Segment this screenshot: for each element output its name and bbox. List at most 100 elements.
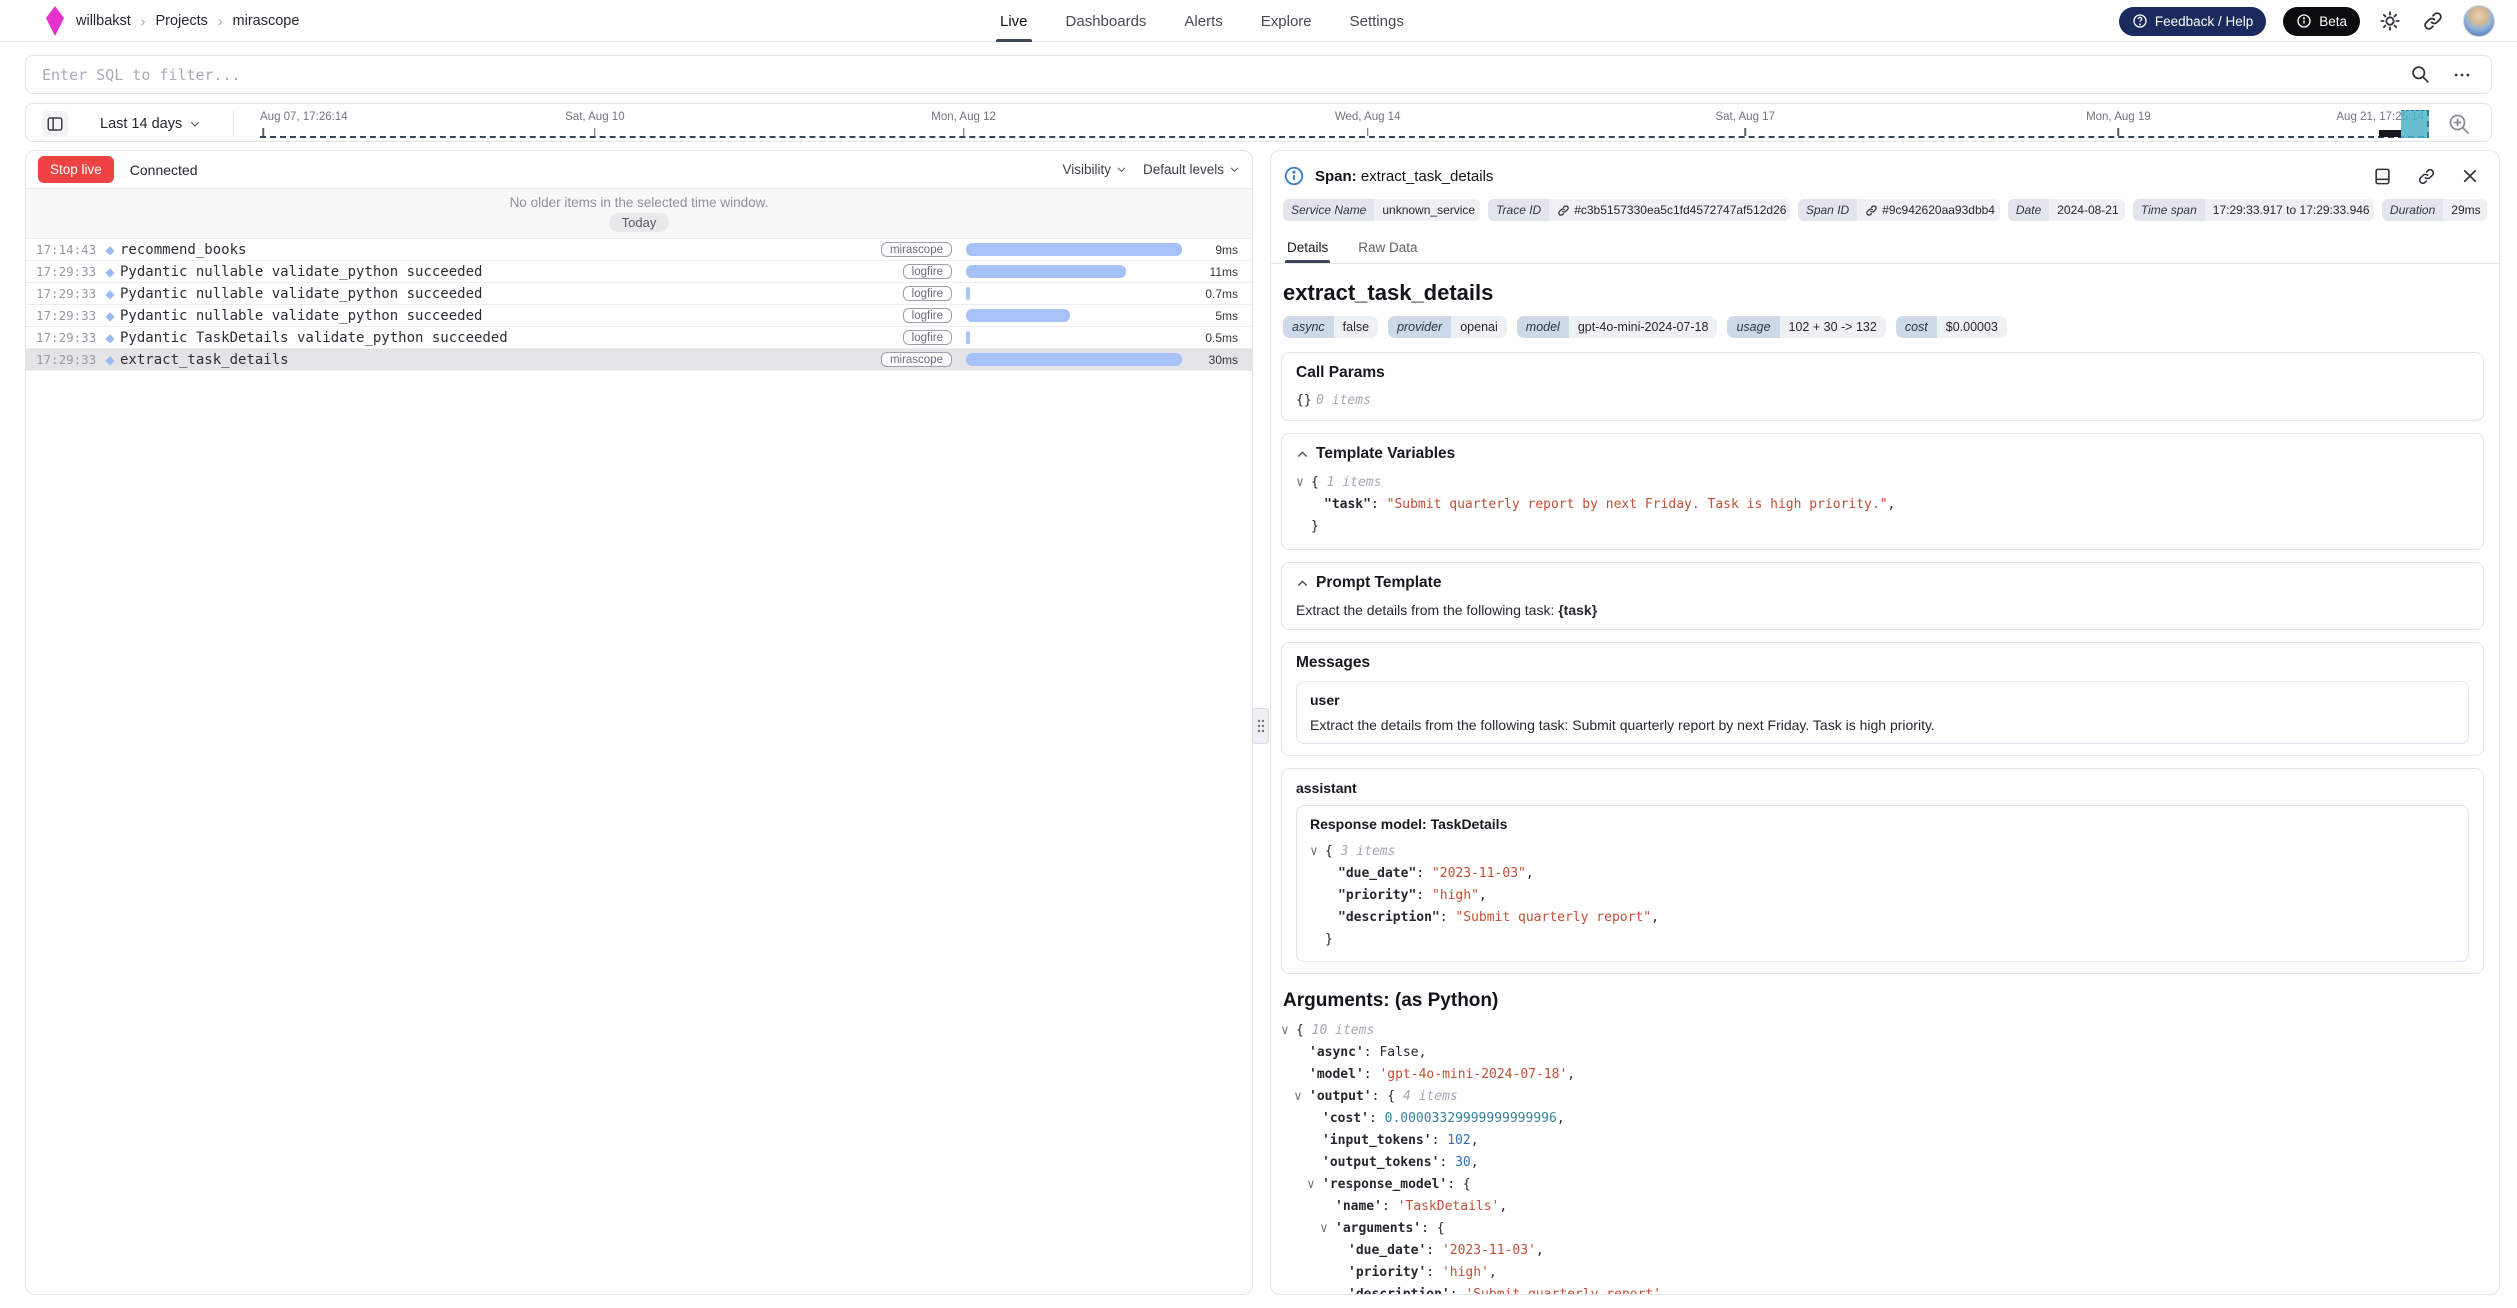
arguments-heading: Arguments: (as Python): [1283, 990, 2484, 1012]
panel-left-icon: [46, 115, 64, 133]
feedback-help-label: Feedback / Help: [2155, 14, 2253, 29]
response-model-title: Response model: TaskDetails: [1310, 816, 2455, 832]
log-row[interactable]: 17:14:43 ◆ recommend_books mirascope 9ms: [26, 239, 1252, 261]
timeline-selection[interactable]: [2401, 110, 2429, 138]
breadcrumb-org[interactable]: willbakst: [76, 13, 131, 29]
time-range-selector[interactable]: Last 14 days: [100, 104, 201, 143]
divider: [233, 111, 234, 136]
span-diamond-icon: ◆: [100, 310, 120, 322]
collapse-caret[interactable]: ∨: [1310, 841, 1325, 863]
meta-time-span[interactable]: Time span17:29:33.917 to 17:29:33.946: [2133, 199, 2374, 221]
log-timestamp: 17:29:33: [36, 330, 100, 345]
collapse-caret[interactable]: ∨: [1294, 1086, 1309, 1108]
chevron-down-icon: [1229, 164, 1240, 175]
prompt-variable: {task}: [1558, 602, 1597, 618]
log-row[interactable]: 17:29:33 ◆ Pydantic nullable validate_py…: [26, 261, 1252, 283]
stop-live-button[interactable]: Stop live: [38, 156, 114, 183]
default-levels-label: Default levels: [1143, 162, 1224, 177]
logfire-logo-icon[interactable]: [44, 5, 66, 37]
visibility-label: Visibility: [1062, 162, 1111, 177]
duration-bar: [966, 243, 1182, 256]
log-name: Pydantic TaskDetails validate_python suc…: [120, 330, 842, 346]
duration-bar: [966, 353, 1182, 366]
grip-dots-icon: [1257, 719, 1265, 733]
log-timestamp: 17:29:33: [36, 264, 100, 279]
user-message-text: Extract the details from the following t…: [1310, 717, 2455, 733]
close-panel-button[interactable]: [2457, 163, 2483, 189]
timeline-tick-label: Sat, Aug 10: [565, 111, 624, 123]
info-circle-icon: [2296, 13, 2312, 29]
visibility-dropdown[interactable]: Visibility: [1062, 162, 1127, 177]
log-row[interactable]: 17:29:33 ◆ Pydantic nullable validate_py…: [26, 283, 1252, 305]
breadcrumb-projects[interactable]: Projects: [155, 13, 207, 29]
collapse-section-caret[interactable]: [1296, 448, 1309, 461]
sql-filter-input[interactable]: [26, 66, 2407, 84]
log-timestamp: 17:14:43: [36, 242, 100, 257]
collapse-caret[interactable]: ∨: [1281, 1020, 1296, 1042]
feedback-help-button[interactable]: Feedback / Help: [2119, 7, 2266, 36]
timeline-plot[interactable]: Aug 07, 17:26:14 Sat, Aug 10 Mon, Aug 12…: [246, 104, 2454, 143]
duration-bar: [966, 331, 970, 344]
nav-tab-dashboards[interactable]: Dashboards: [1066, 0, 1147, 42]
arguments-python-tree: ∨{ 10 items'async': False,'model': 'gpt-…: [1281, 1020, 2484, 1295]
nav-tab-explore[interactable]: Explore: [1261, 0, 1312, 42]
duration-bar-track: [966, 309, 1182, 322]
search-button[interactable]: [2407, 62, 2433, 88]
collapse-caret[interactable]: ∨: [1320, 1218, 1335, 1240]
assistant-message-card: assistant Response model: TaskDetails ∨{…: [1281, 768, 2484, 974]
log-duration: 0.5ms: [1205, 331, 1238, 345]
beta-badge[interactable]: Beta: [2283, 7, 2360, 36]
items-count: 0 items: [1316, 393, 1371, 408]
timeline-zoom-button[interactable]: [2445, 110, 2473, 138]
default-levels-dropdown[interactable]: Default levels: [1143, 162, 1240, 177]
meta-duration[interactable]: Duration29ms: [2382, 199, 2487, 221]
badge-async: asyncfalse: [1283, 316, 1378, 338]
meta-span-id[interactable]: Span ID #9c942620aa93dbb4: [1798, 199, 2000, 221]
search-icon: [2410, 64, 2431, 85]
span-title-name: extract_task_details: [1361, 168, 1494, 185]
breadcrumb-separator: ›: [141, 13, 146, 29]
collapse-section-caret[interactable]: [1296, 577, 1309, 590]
collapse-sidebar-button[interactable]: [42, 111, 68, 137]
log-row[interactable]: 17:29:33 ◆ Pydantic TaskDetails validate…: [26, 327, 1252, 349]
meta-trace-id[interactable]: Trace ID #c3b5157330ea5c1fd4572747af512d…: [1488, 199, 1790, 221]
top-actions: Feedback / Help Beta: [2119, 0, 2495, 42]
log-name: recommend_books: [120, 242, 842, 258]
tab-details[interactable]: Details: [1285, 231, 1330, 263]
meta-service-name[interactable]: Service Nameunknown_service: [1283, 199, 1480, 221]
log-row[interactable]: 17:29:33 ◆ Pydantic nullable validate_py…: [26, 305, 1252, 327]
more-options-button[interactable]: [2449, 62, 2475, 88]
timeline-tick-label: Wed, Aug 14: [1335, 111, 1401, 123]
badge-usage: usage102 + 30 -> 132: [1727, 316, 1885, 338]
duration-bar-track: [966, 243, 1182, 256]
log-timestamp: 17:29:33: [36, 308, 100, 323]
duration-bar: [966, 287, 970, 300]
live-view-panel: Stop live Connected Visibility Default l…: [25, 150, 1253, 1295]
span-details-panel: Span: extract_task_details Service Nameu…: [1270, 150, 2500, 1295]
nav-tab-alerts[interactable]: Alerts: [1184, 0, 1222, 42]
breadcrumb-project-name[interactable]: mirascope: [233, 13, 300, 29]
dock-panel-button[interactable]: [2369, 163, 2395, 189]
share-link-button[interactable]: [2420, 8, 2446, 34]
response-model-json: ∨{ 3 items"due_date": "2023-11-03","prio…: [1310, 841, 2455, 951]
nav-tab-settings[interactable]: Settings: [1350, 0, 1404, 42]
panel-resize-handle[interactable]: [1252, 708, 1269, 744]
span-header: Span: extract_task_details: [1271, 151, 2499, 197]
tab-raw-data[interactable]: Raw Data: [1356, 231, 1419, 263]
log-duration: 0.7ms: [1205, 287, 1238, 301]
nav-tab-live[interactable]: Live: [1000, 0, 1028, 42]
span-title: Span: extract_task_details: [1315, 168, 1493, 185]
collapse-caret[interactable]: ∨: [1307, 1174, 1322, 1196]
meta-date[interactable]: Date2024-08-21: [2008, 199, 2125, 221]
empty-object: {}: [1296, 393, 1312, 408]
messages-card: Messages user Extract the details from t…: [1281, 642, 2484, 756]
copy-link-button[interactable]: [2413, 163, 2439, 189]
user-avatar[interactable]: [2463, 5, 2495, 37]
collapse-caret[interactable]: ∨: [1296, 472, 1311, 494]
log-row-selected[interactable]: 17:29:33 ◆ extract_task_details mirascop…: [26, 349, 1252, 371]
span-meta-row: Service Nameunknown_service Trace ID #c3…: [1271, 197, 2499, 231]
link-icon: [2422, 10, 2444, 32]
badge-model: modelgpt-4o-mini-2024-07-18: [1517, 316, 1718, 338]
today-divider[interactable]: Today: [609, 213, 670, 232]
theme-toggle-button[interactable]: [2377, 8, 2403, 34]
